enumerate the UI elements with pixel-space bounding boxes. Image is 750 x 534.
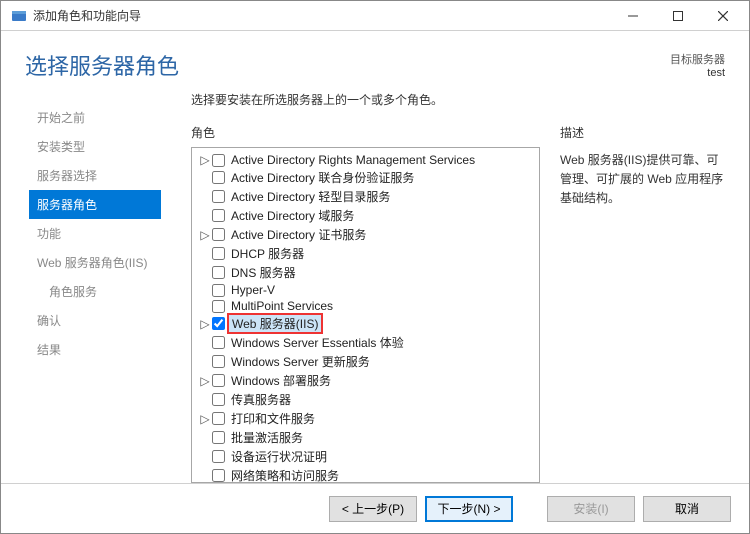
role-row[interactable]: ▷ Web 服务器(IIS) xyxy=(194,314,537,333)
cancel-button[interactable]: 取消 xyxy=(643,496,731,522)
role-checkbox[interactable] xyxy=(212,374,225,387)
role-row[interactable]: ▷ 打印和文件服务 xyxy=(194,409,537,428)
expand-icon[interactable]: ▷ xyxy=(198,374,212,388)
role-row[interactable]: 批量激活服务 xyxy=(194,428,537,447)
role-label: Active Directory 域服务 xyxy=(229,207,356,224)
description-column: 描述 Web 服务器(IIS)提供可靠、可管理、可扩展的 Web 应用程序基础结… xyxy=(540,124,725,483)
role-label: Active Directory Rights Management Servi… xyxy=(229,153,477,167)
role-checkbox[interactable] xyxy=(212,266,225,279)
role-label: 网络策略和访问服务 xyxy=(229,467,341,483)
role-checkbox[interactable] xyxy=(212,228,225,241)
content-area: 选择服务器角色 目标服务器 test 开始之前安装类型服务器选择服务器角色功能W… xyxy=(1,31,749,483)
role-row[interactable]: Hyper-V xyxy=(194,282,537,298)
sidebar-step-7[interactable]: 确认 xyxy=(29,306,161,335)
role-label: 打印和文件服务 xyxy=(229,410,317,427)
role-row[interactable]: Windows Server 更新服务 xyxy=(194,352,537,371)
install-button[interactable]: 安装(I) xyxy=(547,496,635,522)
wizard-window: 添加角色和功能向导 选择服务器角色 目标服务器 test 开始之前安装类型服务器… xyxy=(0,0,750,534)
sidebar-step-0[interactable]: 开始之前 xyxy=(29,103,161,132)
sidebar-step-5[interactable]: Web 服务器角色(IIS) xyxy=(29,248,161,277)
role-label: DHCP 服务器 xyxy=(229,245,306,262)
roles-listbox[interactable]: ▷ Active Directory Rights Management Serv… xyxy=(191,147,540,483)
role-checkbox[interactable] xyxy=(212,450,225,463)
role-checkbox[interactable] xyxy=(212,247,225,260)
window-title: 添加角色和功能向导 xyxy=(33,7,610,24)
columns: 角色 ▷ Active Directory Rights Management S… xyxy=(191,124,725,483)
role-row[interactable]: 传真服务器 xyxy=(194,390,537,409)
role-row[interactable]: ▷ Windows 部署服务 xyxy=(194,371,537,390)
role-checkbox[interactable] xyxy=(212,209,225,222)
role-row[interactable]: Active Directory 联合身份验证服务 xyxy=(194,168,537,187)
role-checkbox[interactable] xyxy=(212,300,225,313)
role-label: Windows Server Essentials 体验 xyxy=(229,334,406,351)
footer-buttons: < 上一步(P) 下一步(N) > 安装(I) 取消 xyxy=(1,483,749,533)
role-checkbox[interactable] xyxy=(212,317,225,330)
sidebar-step-2[interactable]: 服务器选择 xyxy=(29,161,161,190)
role-checkbox[interactable] xyxy=(212,284,225,297)
role-label: MultiPoint Services xyxy=(229,299,335,313)
role-checkbox[interactable] xyxy=(212,412,225,425)
sidebar-step-3[interactable]: 服务器角色 xyxy=(29,190,161,219)
titlebar: 添加角色和功能向导 xyxy=(1,1,749,31)
role-checkbox[interactable] xyxy=(212,469,225,482)
role-label: Web 服务器(IIS) xyxy=(229,315,321,332)
role-checkbox[interactable] xyxy=(212,336,225,349)
expand-icon[interactable]: ▷ xyxy=(198,317,212,331)
target-server-label: 目标服务器 xyxy=(670,51,725,67)
header-section: 选择服务器角色 目标服务器 test xyxy=(1,31,749,91)
role-checkbox[interactable] xyxy=(212,171,225,184)
roles-header: 角色 xyxy=(191,124,540,147)
role-row[interactable]: ▷ Active Directory 证书服务 xyxy=(194,225,537,244)
role-checkbox[interactable] xyxy=(212,190,225,203)
sidebar-step-4[interactable]: 功能 xyxy=(29,219,161,248)
description-text: Web 服务器(IIS)提供可靠、可管理、可扩展的 Web 应用程序基础结构。 xyxy=(560,151,725,209)
role-label: Active Directory 证书服务 xyxy=(229,226,368,243)
center-panel: 选择要安装在所选服务器上的一个或多个角色。 角色 ▷ Active Directo… xyxy=(161,91,725,483)
role-label: Active Directory 轻型目录服务 xyxy=(229,188,392,205)
role-row[interactable]: Active Directory 域服务 xyxy=(194,206,537,225)
expand-icon[interactable]: ▷ xyxy=(198,412,212,426)
instruction-text: 选择要安装在所选服务器上的一个或多个角色。 xyxy=(191,91,725,124)
role-row[interactable]: Windows Server Essentials 体验 xyxy=(194,333,537,352)
role-label: Windows Server 更新服务 xyxy=(229,353,372,370)
maximize-button[interactable] xyxy=(655,2,700,30)
target-server-box: 目标服务器 test xyxy=(670,51,725,79)
role-label: 批量激活服务 xyxy=(229,429,305,446)
expand-icon[interactable]: ▷ xyxy=(198,153,212,167)
role-label: 传真服务器 xyxy=(229,391,293,408)
role-label: 设备运行状况证明 xyxy=(229,448,329,465)
role-checkbox[interactable] xyxy=(212,431,225,444)
roles-column: 角色 ▷ Active Directory Rights Management S… xyxy=(191,124,540,483)
target-server-value: test xyxy=(670,67,725,79)
sidebar-step-6[interactable]: 角色服务 xyxy=(29,277,161,306)
role-row[interactable]: DNS 服务器 xyxy=(194,263,537,282)
sidebar-step-1[interactable]: 安装类型 xyxy=(29,132,161,161)
wizard-sidebar: 开始之前安装类型服务器选择服务器角色功能Web 服务器角色(IIS)角色服务确认… xyxy=(1,91,161,483)
role-row[interactable]: Active Directory 轻型目录服务 xyxy=(194,187,537,206)
window-controls xyxy=(610,2,745,30)
role-row[interactable]: 网络策略和访问服务 xyxy=(194,466,537,483)
page-title: 选择服务器角色 xyxy=(25,49,670,81)
role-label: DNS 服务器 xyxy=(229,264,298,281)
description-header: 描述 xyxy=(560,124,725,147)
back-button[interactable]: < 上一步(P) xyxy=(329,496,417,522)
role-checkbox[interactable] xyxy=(212,355,225,368)
role-checkbox[interactable] xyxy=(212,393,225,406)
role-row[interactable]: 设备运行状况证明 xyxy=(194,447,537,466)
close-button[interactable] xyxy=(700,2,745,30)
role-row[interactable]: ▷ Active Directory Rights Management Serv… xyxy=(194,152,537,168)
role-label: Windows 部署服务 xyxy=(229,372,333,389)
minimize-button[interactable] xyxy=(610,2,655,30)
main-area: 开始之前安装类型服务器选择服务器角色功能Web 服务器角色(IIS)角色服务确认… xyxy=(1,91,749,483)
sidebar-step-8[interactable]: 结果 xyxy=(29,335,161,364)
role-row[interactable]: DHCP 服务器 xyxy=(194,244,537,263)
app-icon xyxy=(11,8,27,24)
expand-icon[interactable]: ▷ xyxy=(198,228,212,242)
role-label: Hyper-V xyxy=(229,283,277,297)
role-checkbox[interactable] xyxy=(212,154,225,167)
role-row[interactable]: MultiPoint Services xyxy=(194,298,537,314)
next-button[interactable]: 下一步(N) > xyxy=(425,496,513,522)
role-label: Active Directory 联合身份验证服务 xyxy=(229,169,416,186)
